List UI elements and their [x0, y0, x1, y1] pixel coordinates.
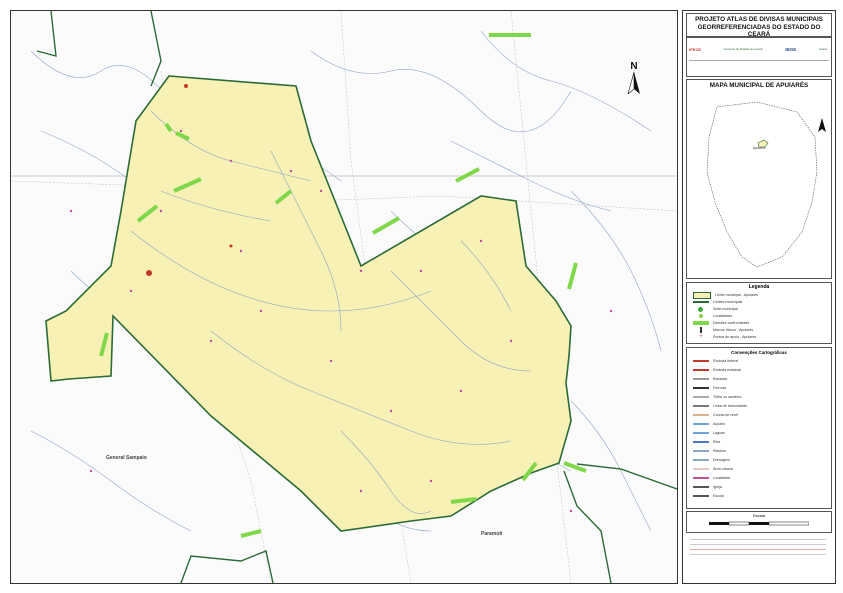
convention-item: Trilha ou caminho — [693, 394, 741, 400]
convention-item: Drenagem — [693, 457, 730, 463]
convention-symbol-icon — [693, 459, 709, 461]
convention-symbol-icon — [693, 441, 709, 443]
convention-symbol-icon — [693, 360, 709, 362]
legend-label: Divisões confrontantes — [713, 321, 750, 325]
convention-item: Área urbana — [693, 466, 733, 472]
municipality-polygon[interactable] — [45, 75, 572, 532]
conventions-box: Convenções Cartográficas Rodovia federal… — [686, 347, 832, 509]
convention-label: Riachos — [713, 449, 726, 453]
convention-symbol-icon — [693, 387, 709, 389]
convention-symbol-icon — [693, 495, 709, 497]
note-line — [690, 554, 826, 555]
convention-symbol-icon — [693, 405, 709, 407]
side-panel: PROJETO ATLAS DE DIVISAS MUNICIPAIS GEOR… — [682, 10, 836, 584]
convention-item: Curvas de nível — [693, 412, 738, 418]
convention-item: Rios — [693, 439, 720, 445]
place-label: Paramoti — [481, 531, 503, 537]
north-arrow: N — [627, 61, 641, 99]
convention-label: Ferrovia — [713, 386, 727, 390]
map-sheet: General Sampaio Paramoti N PROJETO ATLAS… — [0, 0, 843, 593]
legend-bar-icon — [693, 321, 709, 325]
logos-box: IPECE Governo do Estado do Ceará IBGE Ce… — [686, 37, 832, 77]
convention-label: Rodovia estadual — [713, 368, 741, 372]
convention-symbol-icon — [693, 369, 709, 371]
legend-label: Limite municipal - Apuiarés — [715, 293, 758, 297]
north-arrow-icon — [627, 71, 640, 95]
convention-label: Rios — [713, 440, 721, 444]
convention-label: Linha de transmissão — [713, 404, 748, 408]
legend-label: Pontos de apoio - Apuiarés — [713, 335, 757, 339]
convention-item: Rodovia federal — [693, 358, 738, 364]
convention-symbol-icon — [693, 423, 709, 425]
legend-label: Marcos físicos - Apuiarés — [713, 328, 754, 332]
legend-line-icon — [693, 301, 709, 303]
convention-item: Ferrovia — [693, 385, 726, 391]
convention-symbol-icon — [693, 486, 709, 488]
convention-item: Estradas — [693, 376, 727, 382]
inset-title: MAPA MUNICIPAL DE APUIARÉS — [709, 82, 809, 89]
convention-label: Lagoas — [713, 431, 725, 435]
convention-item: Açudes — [693, 421, 725, 427]
title-box: PROJETO ATLAS DE DIVISAS MUNICIPAIS GEOR… — [686, 13, 832, 38]
legend-dot-icon — [699, 314, 703, 318]
convention-item: Igreja — [693, 484, 722, 490]
note-line — [690, 539, 826, 540]
convention-symbol-icon — [693, 396, 709, 398]
convention-symbol-icon — [693, 432, 709, 434]
map-canvas[interactable] — [11, 11, 677, 583]
convention-item: Escola — [693, 493, 724, 499]
convention-symbol-icon — [693, 468, 709, 470]
convention-label: Drenagem — [713, 458, 730, 462]
convention-symbol-icon — [693, 477, 709, 479]
convention-label: Rodovia federal — [713, 359, 739, 363]
legend-title: Legenda — [748, 284, 770, 290]
convention-symbol-icon — [693, 378, 709, 380]
logo-ibge: IBGE — [785, 46, 797, 52]
legend-box: Legenda Limite municipal - Apuiarés Limi… — [686, 282, 832, 344]
convention-label: Curvas de nível — [713, 413, 738, 417]
note-line — [690, 549, 826, 550]
logo-governo: Governo do Estado do Ceará — [723, 47, 763, 51]
place-label: General Sampaio — [106, 455, 147, 461]
map-frame[interactable]: General Sampaio Paramoti N — [10, 10, 678, 584]
scale-box: Escala — [686, 511, 832, 533]
inset-map — [706, 101, 818, 268]
inset-box: MAPA MUNICIPAL DE APUIARÉS Apuiarés — [686, 79, 832, 279]
inset-highlight-label: Apuiarés — [753, 146, 766, 150]
conventions-title: Convenções Cartográficas — [731, 350, 787, 355]
convention-item: Riachos — [693, 448, 726, 454]
convention-label: Trilha ou caminho — [713, 395, 742, 399]
convention-label: Açudes — [713, 422, 725, 426]
legend-dot-icon — [698, 306, 703, 312]
logos-row: IPECE Governo do Estado do Ceará IBGE Ce… — [689, 42, 827, 56]
convention-label: Estradas — [713, 377, 728, 381]
project-title-line1: PROJETO ATLAS DE DIVISAS MUNICIPAIS — [695, 16, 823, 23]
convention-item: Localidade — [693, 475, 730, 481]
convention-label: Igreja — [713, 485, 722, 489]
convention-label: Área urbana — [713, 467, 733, 471]
scale-bar — [709, 521, 809, 526]
logo-ceara: Ceará — [818, 47, 827, 51]
legend-label: Limites municipais — [713, 300, 743, 304]
convention-symbol-icon — [693, 414, 709, 416]
convention-item: Linha de transmissão — [693, 403, 747, 409]
convention-symbol-icon — [693, 450, 709, 452]
inset-north-icon — [818, 118, 826, 132]
convention-label: Localidade — [713, 476, 731, 480]
legend-label: Sede municipal — [713, 307, 738, 311]
legend-cross-icon: + — [699, 334, 703, 340]
convention-item: Lagoas — [693, 430, 725, 436]
credits-notes — [686, 535, 830, 579]
credits-row — [689, 60, 829, 71]
scale-label: Escala — [752, 513, 765, 518]
legend-item: + Pontos de apoio - Apuiarés — [693, 333, 756, 341]
convention-item: Rodovia estadual — [693, 367, 741, 373]
note-line — [690, 544, 826, 545]
convention-label: Escola — [713, 494, 724, 498]
north-label: N — [630, 61, 638, 72]
legend-label: Localidades — [713, 314, 733, 318]
logo-ipece: IPECE — [689, 46, 702, 52]
